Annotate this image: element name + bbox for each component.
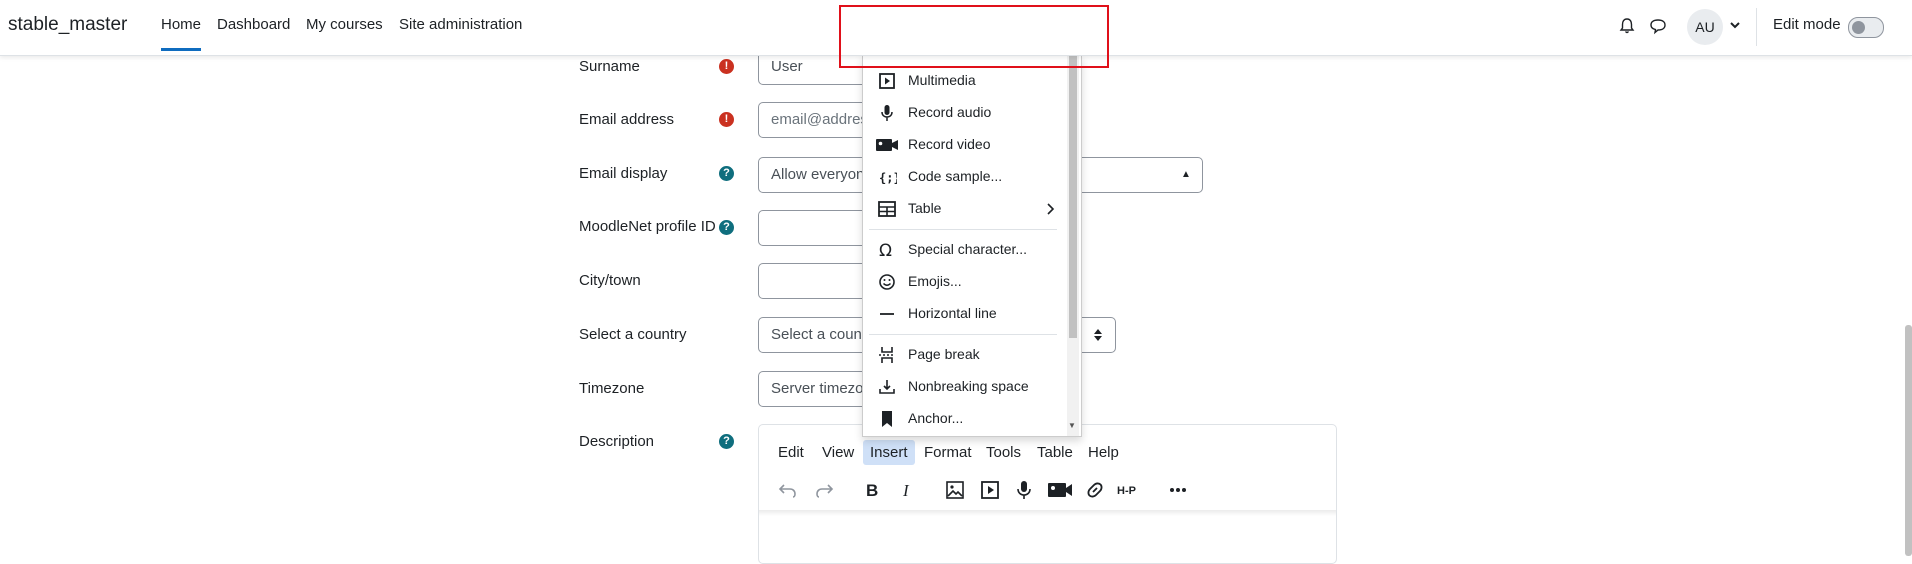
h5p-icon[interactable]: H-P	[1116, 478, 1144, 502]
moodlenet-label: MoodleNet profile ID	[579, 218, 716, 235]
menu-item-record-audio[interactable]: Record audio	[863, 97, 1063, 129]
nav-dashboard[interactable]: Dashboard	[217, 16, 290, 33]
svg-text:I: I	[902, 481, 910, 500]
menu-item-label: Record audio	[908, 104, 992, 120]
menu-item-label: Record video	[908, 136, 991, 152]
omega-icon: Ω	[879, 241, 892, 260]
menu-separator	[869, 229, 1057, 230]
select-arrows-icon: ▲	[1181, 169, 1191, 180]
menu-item-anchor[interactable]: Anchor...	[863, 403, 1063, 435]
bold-icon[interactable]: B	[860, 478, 884, 502]
chevron-right-icon	[1047, 203, 1055, 215]
svg-text:B: B	[866, 481, 878, 500]
menu-item-emojis[interactable]: Emojis...	[863, 266, 1063, 298]
video-camera-icon[interactable]	[1046, 478, 1074, 502]
scroll-down-arrow-icon[interactable]: ▼	[1068, 421, 1076, 430]
nav-my-courses[interactable]: My courses	[306, 16, 383, 33]
page-break-icon	[879, 347, 893, 363]
insert-menu-dropdown: Multimedia Record audio Record video {;}…	[862, 55, 1082, 437]
toolbar-shadow	[759, 510, 1336, 516]
country-value: Select a coun	[771, 326, 862, 343]
multimedia-icon	[879, 73, 895, 89]
menu-item-nonbreaking-space[interactable]: Nonbreaking space	[863, 371, 1063, 403]
microphone-icon	[881, 105, 893, 121]
navbar-divider	[1756, 8, 1757, 46]
menu-item-special-character[interactable]: Ω Special character...	[863, 234, 1063, 266]
site-brand[interactable]: stable_master	[8, 14, 127, 36]
select-arrows-icon	[1094, 329, 1102, 341]
editor-menu-tools[interactable]: Tools	[979, 440, 1028, 465]
code-sample-icon: {;}	[879, 171, 897, 185]
timezone-label: Timezone	[579, 380, 645, 397]
required-icon: !	[719, 112, 734, 127]
more-icon[interactable]	[1166, 478, 1190, 502]
horizontal-line-icon	[880, 313, 894, 315]
table-icon	[878, 201, 896, 217]
image-icon[interactable]	[943, 478, 967, 502]
top-navbar: stable_master Home Dashboard My courses …	[0, 0, 1912, 56]
email-display-value: Allow everyon	[771, 166, 865, 183]
surname-label: Surname	[579, 58, 640, 75]
menu-item-label: Special character...	[908, 241, 1028, 257]
anchor-bookmark-icon	[882, 411, 892, 427]
svg-text:H-P: H-P	[1117, 485, 1136, 497]
nonbreaking-space-icon	[879, 380, 895, 394]
help-icon[interactable]: ?	[719, 220, 734, 235]
video-camera-icon	[876, 139, 898, 151]
microphone-icon[interactable]	[1012, 478, 1036, 502]
menu-item-label: Nonbreaking space	[908, 378, 1029, 394]
description-label: Description	[579, 433, 655, 450]
menu-item-label: Code sample...	[908, 168, 1003, 184]
editor-menu-edit[interactable]: Edit	[771, 440, 811, 465]
user-avatar[interactable]: AU	[1687, 9, 1723, 45]
menu-item-label: Table	[908, 200, 942, 216]
email-display-label: Email display	[579, 165, 668, 182]
svg-text:{;}: {;}	[879, 171, 897, 185]
chevron-down-icon[interactable]	[1728, 18, 1742, 32]
editor-menu-format[interactable]: Format	[917, 440, 979, 465]
menu-item-horizontal-line[interactable]: Horizontal line	[863, 298, 1063, 330]
menu-item-label: Emojis...	[908, 273, 962, 289]
menu-item-page-break[interactable]: Page break	[863, 339, 1063, 371]
menu-item-label: Multimedia	[908, 72, 976, 88]
help-icon[interactable]: ?	[719, 166, 734, 181]
menu-item-label: Page break	[908, 346, 980, 362]
dropdown-scrollbar-thumb[interactable]	[1069, 56, 1077, 338]
toggle-knob	[1852, 21, 1865, 34]
email-label: Email address	[579, 111, 675, 128]
editor-menu-view[interactable]: View	[815, 440, 861, 465]
edit-mode-label: Edit mode	[1773, 16, 1841, 33]
menu-item-multimedia[interactable]: Multimedia	[863, 65, 1063, 97]
menu-item-table[interactable]: Table	[863, 193, 1063, 225]
edit-mode-toggle[interactable]	[1848, 17, 1884, 38]
editor-menu-help[interactable]: Help	[1081, 440, 1126, 465]
city-label: City/town	[579, 272, 641, 289]
chat-bubble-icon[interactable]	[1648, 16, 1668, 36]
page-scrollbar-thumb[interactable]	[1905, 325, 1912, 556]
emoji-icon	[879, 274, 895, 290]
country-label: Select a country	[579, 326, 687, 343]
italic-icon[interactable]: I	[895, 478, 919, 502]
menu-separator	[869, 334, 1057, 335]
nav-site-administration[interactable]: Site administration	[399, 16, 522, 33]
menu-item-label: Horizontal line	[908, 305, 997, 321]
undo-icon[interactable]	[776, 478, 800, 502]
menu-item-record-video[interactable]: Record video	[863, 129, 1063, 161]
menu-item-label: Anchor...	[908, 410, 964, 426]
link-icon[interactable]	[1083, 478, 1107, 502]
redo-icon[interactable]	[812, 478, 836, 502]
help-icon[interactable]: ?	[719, 434, 734, 449]
editor-menu-insert[interactable]: Insert	[863, 440, 915, 465]
bell-icon[interactable]	[1617, 16, 1637, 36]
required-icon: !	[719, 59, 734, 74]
editor-menu-table[interactable]: Table	[1030, 440, 1080, 465]
svg-text:Ω: Ω	[879, 241, 892, 260]
media-icon[interactable]	[978, 478, 1002, 502]
nav-home[interactable]: Home	[161, 16, 202, 51]
menu-item-code-sample[interactable]: {;} Code sample...	[863, 161, 1063, 193]
